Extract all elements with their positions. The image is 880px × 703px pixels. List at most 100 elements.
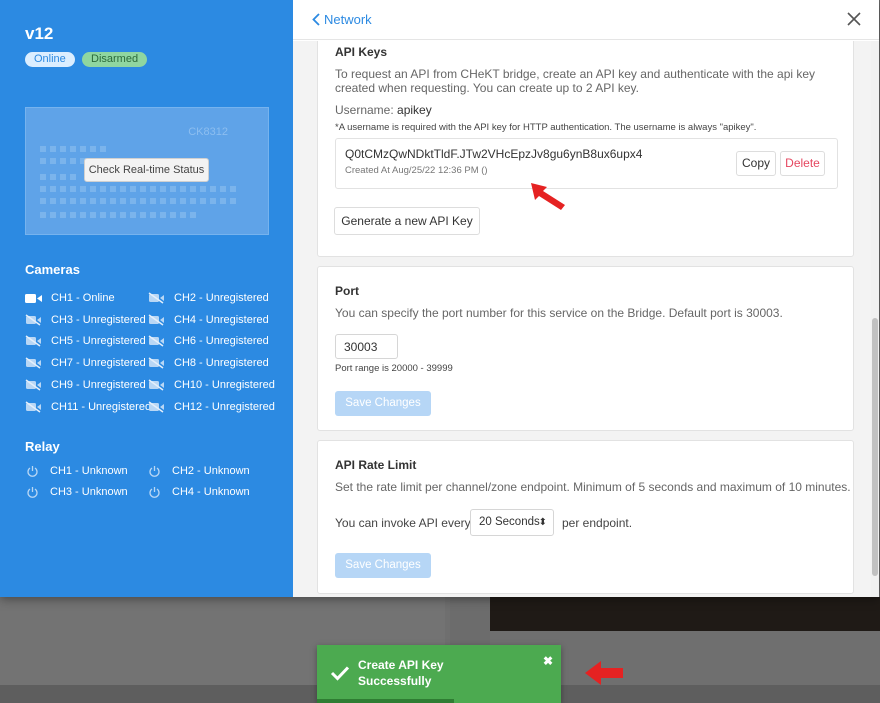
camera-item-label: CH4 - Unregistered [174, 313, 269, 326]
rate-limit-save-button[interactable]: Save Changes [335, 553, 431, 578]
camera-off-icon [25, 379, 46, 391]
success-toast: Create API Key Successfully ✖ [317, 645, 561, 703]
camera-off-icon [25, 400, 46, 413]
camera-item-label: CH1 - Online [51, 292, 115, 304]
camera-item-label: CH8 - Unregistered [174, 357, 269, 370]
rate-limit-card: API Rate Limit Set the rate limit per ch… [317, 440, 854, 594]
rate-limit-title: API Rate Limit [335, 458, 417, 472]
back-link-label: Network [324, 12, 372, 27]
chevron-left-icon [312, 13, 320, 26]
relay-item[interactable]: CH2 - Unknown [148, 463, 250, 479]
port-range-note: Port range is 20000 - 39999 [335, 363, 453, 374]
device-name: v12 [25, 24, 54, 43]
cameras-title: Cameras [25, 262, 80, 277]
panel-content: API Keys To request an API from CHeKT br… [293, 41, 879, 597]
port-title: Port [335, 284, 359, 298]
api-keys-title: API Keys [335, 45, 388, 59]
api-key-created: Created At Aug/25/22 12:36 PM () [345, 165, 488, 176]
camera-off-icon [25, 314, 46, 326]
relay-item-label: CH3 - Unknown [50, 486, 128, 498]
panel-header: Network [293, 0, 879, 40]
select-caret-icon: ⬍ [538, 517, 547, 528]
camera-item-label: CH9 - Unregistered [51, 378, 146, 391]
delete-key-button[interactable]: Delete [780, 151, 825, 176]
camera-item[interactable]: CH7 - Unregistered [25, 355, 146, 371]
camera-off-icon [148, 314, 169, 326]
rate-limit-select[interactable]: 20 Seconds ⬍ [470, 509, 554, 536]
scrollbar-thumb[interactable] [872, 318, 878, 576]
username-row: Username: apikey [335, 103, 432, 117]
camera-item-label: CH5 - Unregistered [51, 335, 146, 348]
port-description: You can specify the port number for this… [335, 306, 783, 320]
device-led-row [40, 158, 90, 164]
camera-item-label: CH10 - Unregistered [174, 378, 275, 391]
camera-item[interactable]: CH5 - Unregistered [25, 333, 146, 349]
rate-limit-selected: 20 Seconds [479, 516, 540, 528]
close-icon[interactable] [845, 10, 863, 28]
camera-off-icon [148, 379, 169, 391]
camera-icon [25, 293, 46, 304]
camera-item-label: CH11 - Unregistered [51, 400, 152, 413]
camera-item[interactable]: CH12 - Unregistered [148, 399, 275, 415]
device-led-row [40, 146, 110, 152]
copy-key-button[interactable]: Copy [736, 151, 776, 176]
camera-off-icon [148, 400, 169, 413]
relay-item-label: CH1 - Unknown [50, 465, 128, 477]
power-icon [26, 486, 43, 499]
device-led-row [40, 198, 240, 204]
camera-item[interactable]: CH9 - Unregistered [25, 377, 146, 393]
power-icon [148, 486, 165, 499]
camera-item-label: CH12 - Unregistered [174, 400, 275, 413]
relay-item-label: CH2 - Unknown [172, 465, 250, 477]
camera-item[interactable]: CH1 - Online [25, 290, 115, 306]
device-led-row [40, 186, 240, 192]
camera-item[interactable]: CH8 - Unregistered [148, 355, 269, 371]
camera-item[interactable]: CH4 - Unregistered [148, 312, 269, 328]
rate-limit-description: Set the rate limit per channel/zone endp… [335, 480, 851, 494]
device-settings-modal: v12 Online Disarmed CK8312 Check Real-ti… [0, 0, 879, 597]
device-model-label: CK8312 [188, 126, 228, 138]
rate-limit-suffix: per endpoint. [562, 516, 633, 530]
generate-api-key-button[interactable]: Generate a new API Key [334, 207, 480, 235]
camera-off-icon [148, 335, 169, 348]
panel-scrollbar[interactable] [871, 41, 879, 597]
power-icon [26, 465, 43, 478]
camera-item-label: CH6 - Unregistered [174, 335, 269, 348]
device-led-row [40, 174, 80, 180]
camera-item[interactable]: CH3 - Unregistered [25, 312, 146, 328]
camera-item[interactable]: CH2 - Unregistered [148, 290, 269, 306]
api-keys-card: API Keys To request an API from CHeKT br… [317, 41, 854, 257]
device-sidebar: v12 Online Disarmed CK8312 Check Real-ti… [0, 0, 293, 597]
camera-item-label: CH7 - Unregistered [51, 357, 146, 370]
camera-item[interactable]: CH6 - Unregistered [148, 333, 269, 349]
camera-item[interactable]: CH11 - Unregistered [25, 399, 151, 415]
status-badge-disarmed: Disarmed [82, 52, 148, 67]
relay-item[interactable]: CH1 - Unknown [26, 463, 128, 479]
camera-off-icon [148, 357, 169, 369]
checkmark-icon [330, 666, 350, 681]
username-note: *A username is required with the API key… [335, 122, 757, 133]
toast-close-icon[interactable]: ✖ [543, 654, 553, 668]
camera-off-icon [148, 292, 169, 304]
port-input[interactable] [335, 334, 398, 359]
power-icon [148, 465, 165, 478]
relay-item[interactable]: CH4 - Unknown [148, 484, 250, 500]
toast-subtitle: Successfully [358, 674, 432, 688]
camera-off-icon [25, 335, 46, 348]
camera-item-label: CH3 - Unregistered [51, 313, 146, 326]
api-key-item: Q0tCMzQwNDktTldF.JTw2VHcEpzJv8gu6ynB8ux6… [335, 138, 838, 189]
camera-item-label: CH2 - Unregistered [174, 292, 269, 304]
api-keys-description: To request an API from CHeKT bridge, cre… [335, 67, 816, 95]
camera-off-icon [25, 357, 46, 369]
camera-item[interactable]: CH10 - Unregistered [148, 377, 275, 393]
back-network-link[interactable]: Network [312, 12, 372, 27]
relay-item[interactable]: CH3 - Unknown [26, 484, 128, 500]
api-key-value: Q0tCMzQwNDktTldF.JTw2VHcEpzJv8gu6ynB8ux6… [345, 147, 643, 161]
port-save-button[interactable]: Save Changes [335, 391, 431, 416]
network-panel: Network API Keys To request an API from … [293, 0, 879, 597]
check-realtime-status-button[interactable]: Check Real-time Status [84, 158, 209, 182]
status-badge-online: Online [25, 52, 75, 67]
red-arrow-icon [531, 183, 565, 210]
red-arrow-icon [585, 661, 623, 685]
username-value: apikey [397, 103, 432, 117]
